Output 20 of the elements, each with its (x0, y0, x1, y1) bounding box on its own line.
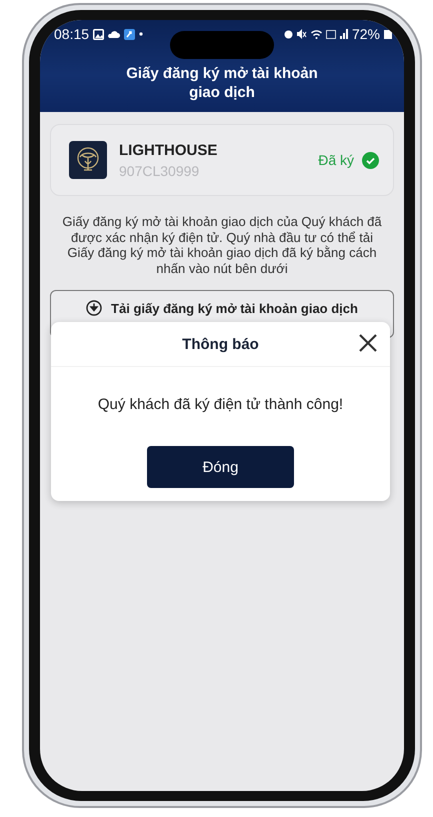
close-button[interactable]: Đóng (147, 446, 294, 488)
mute-icon (296, 29, 307, 39)
status-time: 08:15 (54, 26, 90, 42)
close-icon[interactable] (358, 333, 378, 353)
battery-percent: 72% (352, 26, 380, 42)
download-icon (86, 300, 102, 316)
tree-logo-icon (69, 141, 107, 179)
dialog-message: Quý khách đã ký điện tử thành công! (96, 396, 344, 413)
dot-icon (139, 32, 144, 36)
app-icon (124, 28, 136, 40)
wifi-icon (310, 30, 322, 38)
screen-title: Giấy đăng ký mở tài khoản giao dịch (125, 64, 319, 102)
dialog-title: Thông báo (182, 336, 259, 352)
cloud-icon (108, 30, 120, 38)
battery-icon (384, 29, 392, 39)
signed-status: Đã ký (318, 152, 354, 168)
description-text: Giấy đăng ký mở tài khoản giao dịch của Quý khách đã được xác nhận ký điện tử. Quý nhà đầu tư có thể tải Giấy đăng ký mở tài khoản giao dịch đã ký bằng cách nhấn vào nút bên dưới (62, 214, 382, 276)
account-name: LIGHTHOUSE (119, 142, 218, 158)
signal-icon (340, 29, 348, 39)
image-icon (93, 28, 104, 40)
